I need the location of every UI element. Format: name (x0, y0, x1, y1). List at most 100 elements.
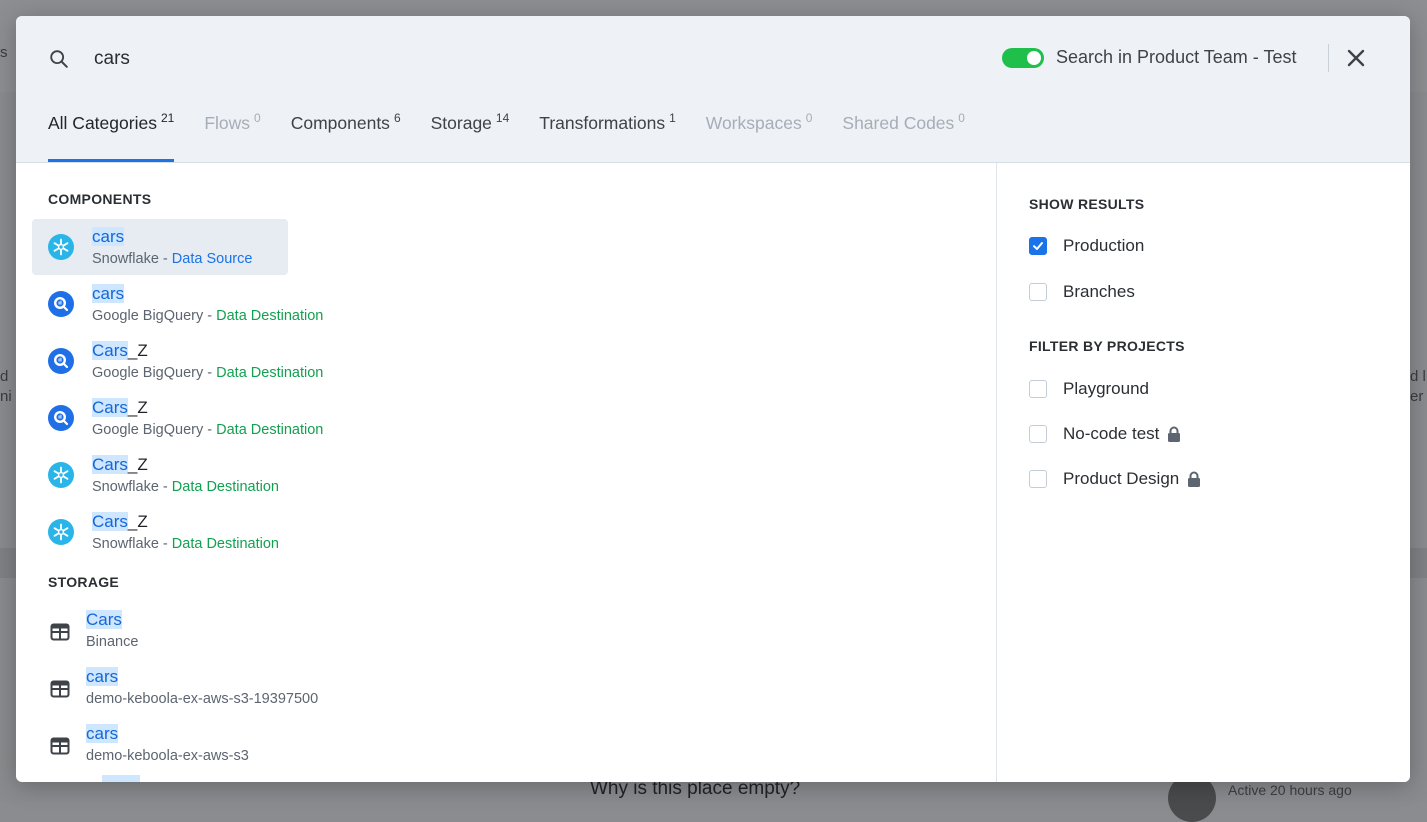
name-rest: _Z (127, 455, 148, 474)
component-result[interactable]: Cars_Z Snowflake - Data Destination (32, 504, 288, 560)
tab-flows[interactable]: Flows 0 (204, 108, 260, 162)
backdrop-fragment: er (1410, 388, 1424, 405)
component-result[interactable]: Cars_Z Google BigQuery - Data Destinatio… (32, 390, 323, 446)
separator: - (158, 251, 172, 267)
result-type: Data Source (171, 251, 253, 267)
match-highlight: cars (86, 667, 119, 686)
result-meta: Snowflake - Data Destination (92, 479, 279, 495)
search-icon (50, 50, 68, 68)
name-rest: _Z (127, 512, 148, 531)
search-scope-toggle[interactable] (1002, 48, 1044, 68)
storage-result[interactable]: Cars Binance (32, 603, 632, 659)
result-type: Data Destination (216, 365, 324, 381)
product-design-checkbox[interactable] (1029, 470, 1047, 488)
storage-result[interactable]: cars demo-keboola-ex-aws-s3 (32, 717, 632, 773)
result-name: Cars_Z (92, 341, 148, 361)
tab-storage[interactable]: Storage 14 (431, 108, 510, 162)
result-name: Cars_Z (92, 398, 148, 418)
separator: - (203, 422, 217, 438)
search-header: Search in Product Team - Test All Catego… (16, 16, 1410, 163)
playground-checkbox[interactable] (1029, 380, 1047, 398)
check-icon (1033, 242, 1043, 250)
search-scope-label: Search in Product Team - Test (1056, 47, 1297, 67)
match-highlight: Cars (92, 512, 128, 531)
component-result[interactable]: cars Google BigQuery - Data Destination (32, 276, 323, 332)
tab-count: 6 (393, 111, 401, 125)
result-meta: Google BigQuery - Data Destination (92, 422, 323, 438)
header-divider (1328, 44, 1329, 72)
tab-label: Transformations (539, 113, 666, 133)
next-result-highlight (102, 775, 140, 782)
result-bucket: demo-keboola-ex-aws-s3 (86, 748, 249, 764)
component-result[interactable]: Cars_Z Snowflake - Data Destination (32, 447, 288, 503)
storage-section-title: STORAGE (48, 574, 120, 590)
filter-label: Playground (1063, 379, 1150, 398)
match-highlight: cars (86, 724, 119, 743)
result-source: Google BigQuery (92, 308, 204, 324)
tab-count: 21 (160, 111, 175, 125)
result-type: Data Destination (216, 422, 324, 438)
filter-label: Branches (1063, 282, 1135, 301)
filter-label: No-code test (1063, 424, 1160, 443)
result-source: Snowflake (92, 536, 159, 552)
name-rest: _Z (127, 341, 148, 360)
category-tabs: All Categories 21 Flows 0 Components 6 Stor… (48, 108, 965, 162)
filter-project-no-code-test[interactable]: No-code test (1029, 422, 1181, 446)
result-name: cars (86, 724, 119, 744)
snowflake-icon (48, 519, 74, 545)
production-checkbox[interactable] (1029, 237, 1047, 255)
tab-count: 14 (495, 111, 510, 125)
tab-label: All Categories (48, 113, 157, 133)
search-modal: Search in Product Team - Test All Catego… (16, 16, 1410, 782)
result-source: Snowflake (92, 251, 159, 267)
tab-components[interactable]: Components 6 (291, 108, 401, 162)
tab-label: Flows (204, 113, 251, 133)
result-type: Data Destination (171, 479, 279, 495)
result-name: Cars (86, 610, 122, 630)
filter-project-product-design[interactable]: Product Design (1029, 467, 1201, 491)
result-meta: Snowflake - Data Destination (92, 536, 279, 552)
bigquery-icon (48, 291, 74, 317)
lock-icon (1188, 471, 1201, 487)
result-name: cars (92, 284, 125, 304)
tab-label: Components (290, 113, 390, 133)
result-source: Snowflake (92, 479, 159, 495)
tab-label: Storage (430, 113, 492, 133)
tab-shared-codes[interactable]: Shared Codes 0 (842, 108, 965, 162)
no-code-test-checkbox[interactable] (1029, 425, 1047, 443)
result-meta: Google BigQuery - Data Destination (92, 365, 323, 381)
tab-transformations[interactable]: Transformations 1 (539, 108, 675, 162)
match-highlight: Cars (86, 610, 122, 629)
filter-production[interactable]: Production (1029, 234, 1144, 258)
search-results: COMPONENTS cars Snowflake - Data Source … (16, 163, 996, 782)
storage-result[interactable]: cars demo-keboola-ex-aws-s3-19397500 (32, 660, 632, 716)
filter-label: Product Design (1063, 469, 1180, 488)
snowflake-icon (48, 234, 74, 260)
backdrop-active-text: Active 20 hours ago (1228, 782, 1352, 798)
result-bucket: Binance (86, 634, 139, 650)
components-section-title: COMPONENTS (48, 191, 152, 207)
lock-icon (1168, 426, 1181, 442)
search-input[interactable] (94, 44, 794, 74)
match-highlight: Cars (92, 455, 128, 474)
filter-branches[interactable]: Branches (1029, 280, 1135, 304)
filter-projects-title: FILTER BY PROJECTS (1029, 338, 1185, 354)
tab-all-categories[interactable]: All Categories 21 (48, 108, 175, 162)
match-highlight: Cars (92, 398, 128, 417)
close-icon[interactable] (1344, 46, 1368, 70)
bigquery-icon (48, 405, 74, 431)
component-result[interactable]: Cars_Z Google BigQuery - Data Destinatio… (32, 333, 323, 389)
component-result[interactable]: cars Snowflake - Data Source (32, 219, 288, 275)
backdrop-fragment: ni (0, 388, 12, 405)
separator: - (158, 479, 172, 495)
filter-project-playground[interactable]: Playground (1029, 377, 1149, 401)
result-name: Cars_Z (92, 512, 148, 532)
tab-workspaces[interactable]: Workspaces 0 (706, 108, 813, 162)
tab-count: 0 (254, 111, 261, 125)
result-name: Cars_Z (92, 455, 148, 475)
result-type: Data Destination (216, 308, 324, 324)
snowflake-icon (48, 462, 74, 488)
separator: - (203, 308, 217, 324)
match-highlight: cars (92, 227, 125, 246)
branches-checkbox[interactable] (1029, 283, 1047, 301)
